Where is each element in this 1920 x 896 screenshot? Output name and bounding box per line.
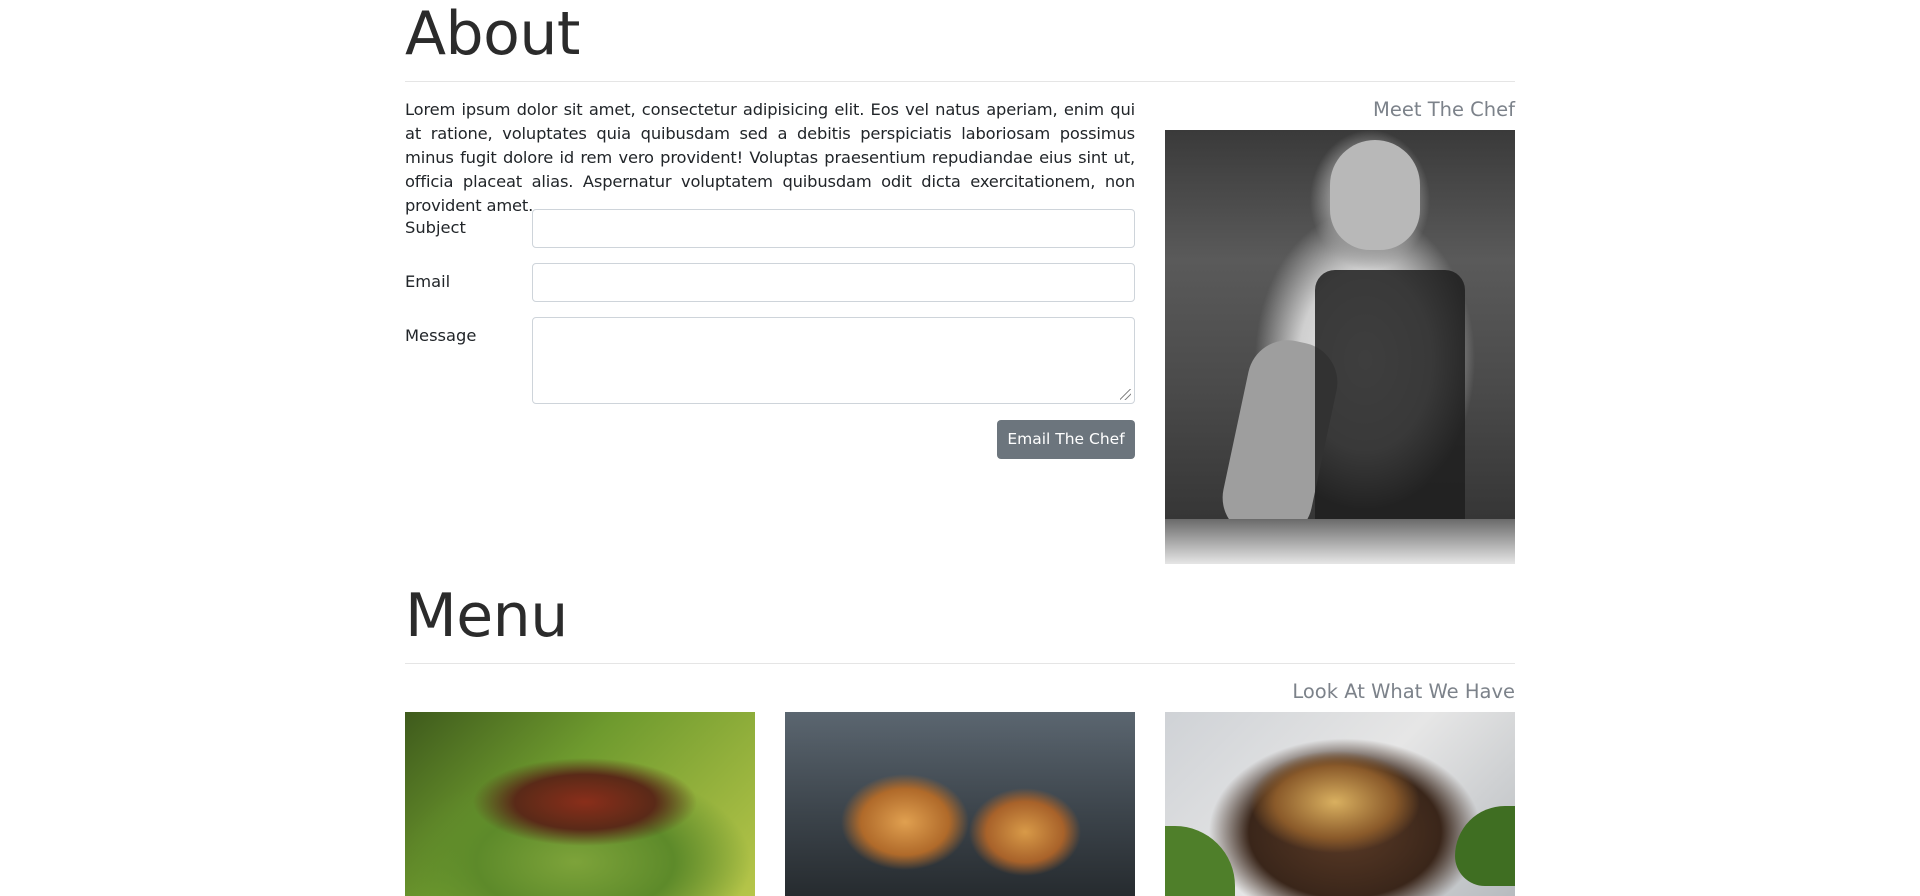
message-label: Message <box>405 326 477 345</box>
about-content: Lorem ipsum dolor sit amet, consectetur … <box>405 98 1135 218</box>
menu-image-burgers[interactable] <box>785 712 1135 896</box>
email-label: Email <box>405 272 451 291</box>
email-chef-button[interactable]: Email The Chef <box>997 420 1135 459</box>
message-textarea[interactable] <box>532 317 1135 404</box>
pork-chop-greens-left <box>1165 826 1235 896</box>
subject-label: Subject <box>405 218 466 237</box>
menu-subtitle: Look At What We Have <box>1292 680 1515 703</box>
chef-photo <box>1165 130 1515 564</box>
menu-divider <box>405 663 1515 664</box>
pork-chop-greens-right <box>1455 806 1515 886</box>
resize-grip-icon[interactable] <box>1120 389 1131 400</box>
about-heading: About <box>405 0 580 69</box>
meet-chef-subtitle: Meet The Chef <box>1373 98 1515 121</box>
chef-photo-head <box>1330 140 1420 250</box>
about-divider <box>405 81 1515 82</box>
menu-image-salad[interactable] <box>405 712 755 896</box>
subject-input[interactable] <box>532 209 1135 248</box>
chef-panel: Meet The Chef <box>1165 98 1515 564</box>
chef-photo-counter <box>1165 519 1515 564</box>
about-intro-text: Lorem ipsum dolor sit amet, consectetur … <box>405 100 1135 215</box>
menu-image-pork-chop[interactable] <box>1165 712 1515 896</box>
menu-heading: Menu <box>405 581 568 651</box>
email-input[interactable] <box>532 263 1135 302</box>
